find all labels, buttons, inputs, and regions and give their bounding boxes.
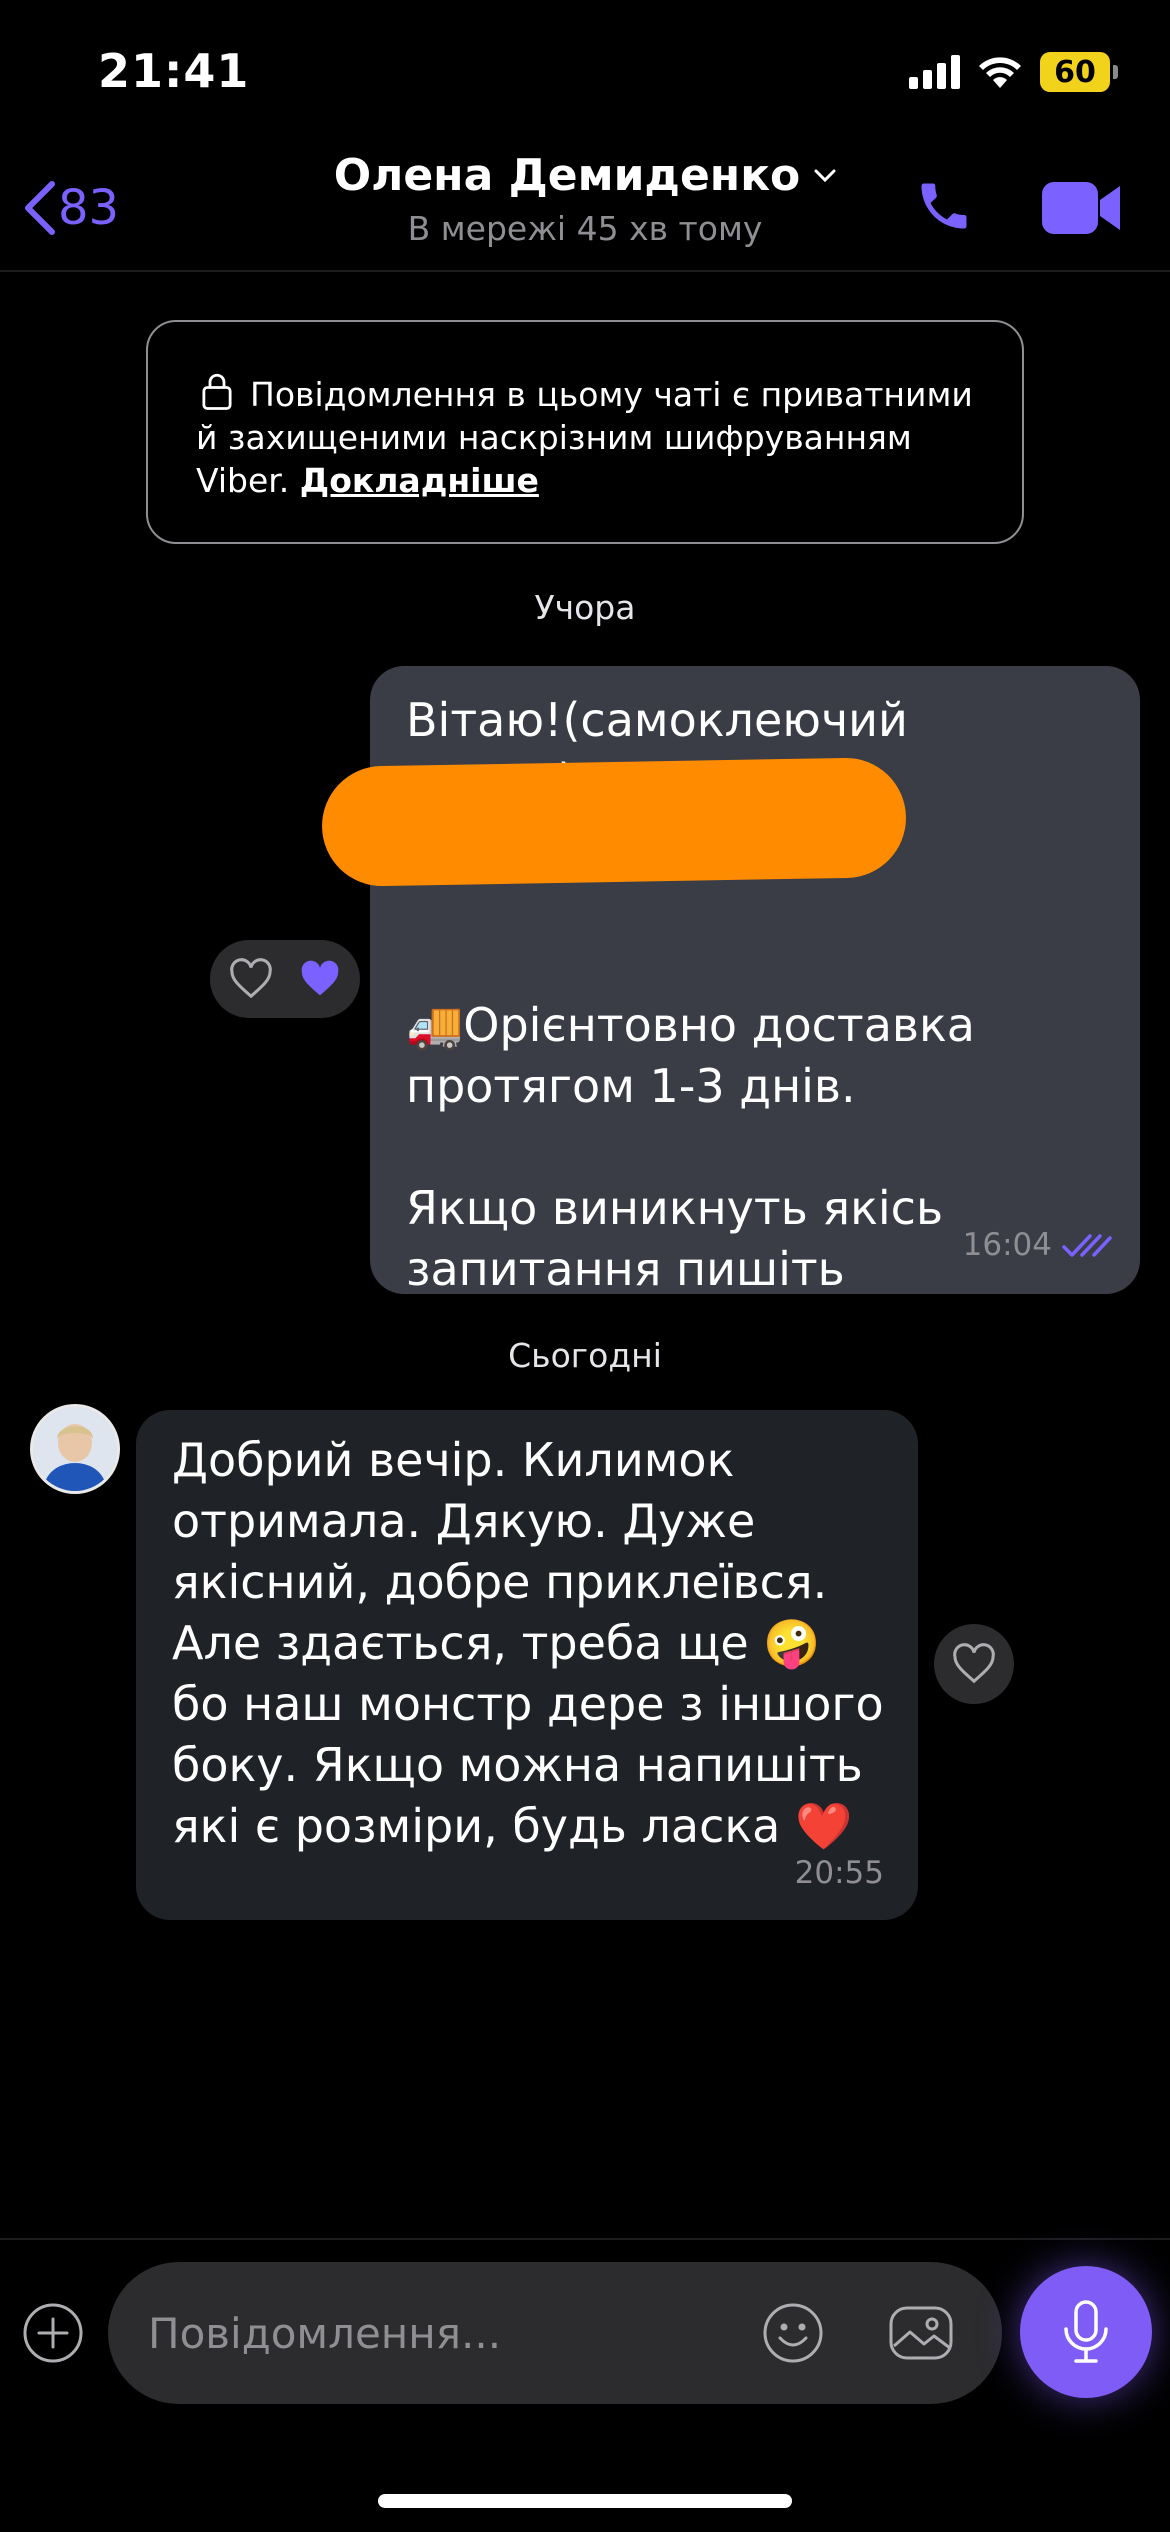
battery-level: 60: [1040, 52, 1110, 92]
heart-outline-icon[interactable]: [228, 958, 274, 1000]
chevron-down-icon: [814, 169, 836, 182]
avatar-photo: [33, 1407, 117, 1491]
video-camera-icon: [1042, 182, 1120, 234]
date-separator-today: Сьогодні: [508, 1336, 662, 1375]
video-call-button[interactable]: [1040, 180, 1122, 240]
back-button[interactable]: 83: [22, 180, 119, 236]
message-input-container: [108, 2262, 1002, 2404]
message-reactions[interactable]: [210, 940, 360, 1018]
chat-header: 83 Олена Демиденко В мережі 45 хв тому: [0, 140, 1170, 272]
chevron-left-icon: [25, 181, 55, 235]
outgoing-message-meta: 16:04: [963, 1215, 1112, 1276]
gallery-icon: [889, 2306, 953, 2360]
smiley-icon: [763, 2303, 823, 2363]
add-attachment-button[interactable]: [22, 2302, 84, 2368]
incoming-message-text: Добрий вечір. Килимок отримала. Дякую. Д…: [172, 1433, 899, 1853]
battery-icon: 60: [1040, 52, 1118, 92]
sticker-button[interactable]: [762, 2302, 824, 2368]
encryption-notice: Повідомлення в цьому чаті є приватними й…: [146, 320, 1024, 544]
contact-name-button[interactable]: Олена Демиденко: [334, 150, 837, 201]
contact-info: Олена Демиденко В мережі 45 хв тому: [0, 150, 1170, 248]
status-time: 21:41: [98, 44, 250, 98]
home-indicator[interactable]: [378, 2494, 792, 2508]
cellular-signal-icon: [909, 55, 960, 89]
heart-filled-icon[interactable]: [298, 959, 342, 999]
lock-icon: [202, 373, 232, 410]
voice-message-button[interactable]: [1020, 2266, 1152, 2398]
phone-icon: [921, 183, 967, 229]
heart-outline-icon: [953, 1643, 995, 1684]
redaction-scribble: [320, 756, 908, 888]
unread-count: 83: [58, 180, 120, 236]
contact-last-seen: В мережі 45 хв тому: [407, 209, 763, 248]
gallery-button[interactable]: [888, 2302, 954, 2368]
wifi-icon: [979, 57, 1021, 88]
react-button[interactable]: [934, 1624, 1014, 1704]
contact-name: Олена Демиденко: [333, 150, 801, 201]
message-input[interactable]: [148, 2308, 708, 2358]
composer-divider: [0, 2238, 1170, 2240]
contact-avatar[interactable]: [30, 1404, 120, 1494]
microphone-icon: [1064, 2300, 1108, 2363]
learn-more-link[interactable]: Докладніше: [300, 461, 539, 500]
plus-circle-icon: [23, 2303, 83, 2363]
incoming-message-bubble[interactable]: Добрий вечір. Килимок отримала. Дякую. Д…: [136, 1410, 918, 1920]
voice-call-button[interactable]: [914, 176, 974, 240]
date-separator-yesterday: Учора: [534, 588, 636, 627]
incoming-message-time: 20:55: [794, 1855, 884, 1891]
status-bar: 21:41 60: [0, 0, 1170, 150]
double-check-icon: [1062, 1233, 1112, 1257]
status-icons: 60: [909, 52, 1118, 92]
outgoing-message-time: 16:04: [962, 1227, 1052, 1263]
